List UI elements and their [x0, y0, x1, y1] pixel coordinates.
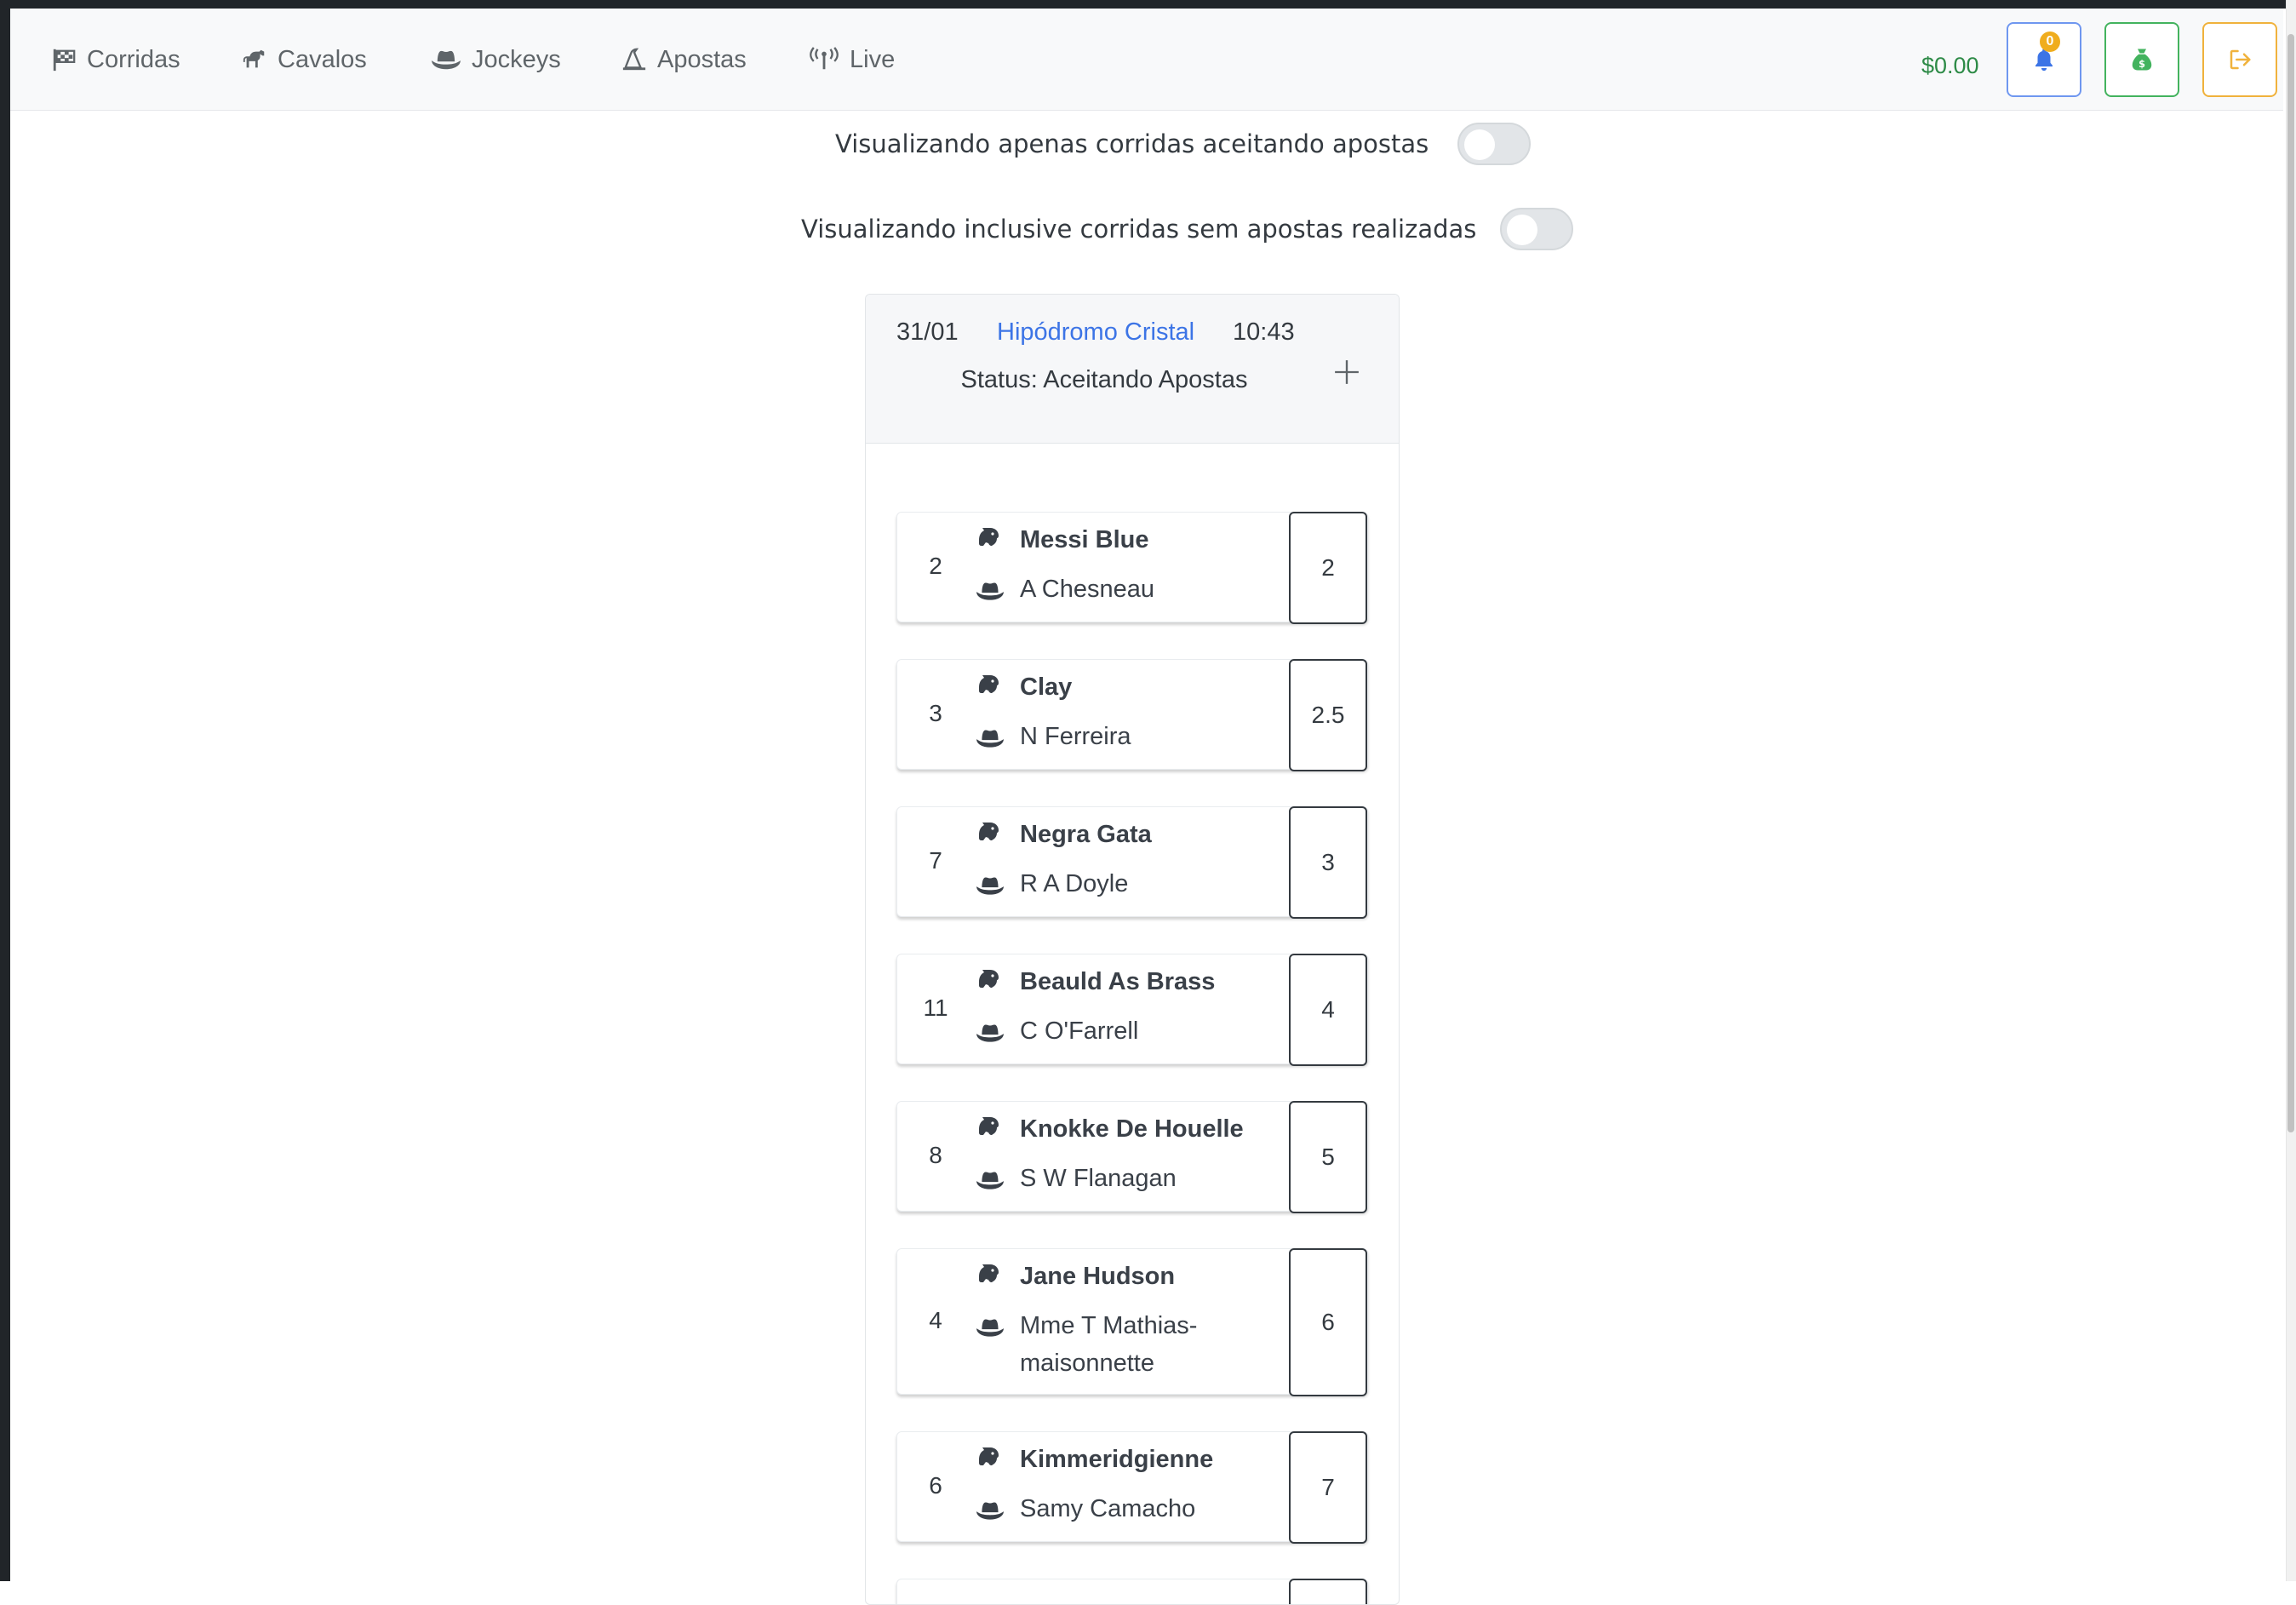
- filter-accepting-bets-label: Visualizando apenas corridas aceitando a…: [835, 129, 1429, 158]
- notifications-button[interactable]: 0: [2007, 22, 2081, 97]
- toggle-knob: [1464, 129, 1496, 160]
- nav-item-corridas[interactable]: Corridas: [51, 41, 180, 78]
- toggle-knob: [1507, 215, 1538, 245]
- expand-race-button[interactable]: [1325, 351, 1368, 393]
- horse-head-icon: [976, 1446, 1003, 1473]
- money-bag-icon: $: [2132, 49, 2152, 71]
- filter-without-bets: Visualizando inclusive corridas sem apos…: [801, 208, 1574, 250]
- jockey-name: Mme T Mathias-maisonnette: [1020, 1312, 1198, 1377]
- horse-head-icon: [976, 526, 1003, 553]
- race-card: 31/01 Hipódromo Cristal 10:43 Status: Ac…: [865, 294, 1400, 1605]
- jockey-hat-icon: [976, 1168, 1005, 1192]
- race-date: 31/01: [896, 318, 959, 346]
- nav-label: Live: [850, 45, 896, 73]
- plus-icon: [1335, 360, 1359, 384]
- odds-button[interactable]: 3: [1289, 806, 1367, 919]
- filter-accepting-bets: Visualizando apenas corridas aceitando a…: [835, 123, 1532, 165]
- race-track-link[interactable]: Hipódromo Cristal: [997, 318, 1194, 347]
- hat-cowboy-icon: [432, 50, 461, 70]
- nav-label: Jockeys: [472, 45, 561, 73]
- nav-label: Corridas: [87, 45, 180, 73]
- race-header: 31/01 Hipódromo Cristal 10:43 Status: Ac…: [866, 295, 1399, 444]
- broadcast-tower-icon: [810, 47, 839, 70]
- odds-button[interactable]: 2: [1289, 512, 1367, 624]
- runner-number: 4: [929, 1307, 942, 1333]
- checkered-flag-icon: [53, 49, 76, 72]
- odds-button[interactable]: 7: [1289, 1431, 1367, 1544]
- horse-name: Beauld As Brass: [1020, 968, 1216, 995]
- jockey-name: R A Doyle: [1020, 870, 1129, 897]
- jockey-name: N Ferreira: [1020, 723, 1131, 750]
- jockey-hat-icon: [976, 1021, 1005, 1045]
- horse-head-icon: [976, 968, 1003, 995]
- nav-item-cavalos[interactable]: Cavalos: [242, 41, 367, 78]
- jockey-name: A Chesneau: [1020, 576, 1155, 603]
- runner-row-partial: [896, 1579, 1368, 1604]
- horse-name: Messi Blue: [1020, 526, 1149, 553]
- horse-head-icon: [976, 821, 1003, 848]
- nav-item-live[interactable]: Live: [809, 41, 895, 78]
- odds-button[interactable]: [1289, 1579, 1367, 1604]
- runner-number: 7: [929, 847, 942, 874]
- race-time: 10:43: [1233, 318, 1295, 346]
- jockey-name: Samy Camacho: [1020, 1495, 1196, 1522]
- window-top-edge: [0, 0, 2296, 9]
- horse-icon: [243, 49, 265, 68]
- svg-text:$: $: [2139, 59, 2145, 70]
- horse-name: Knokke De Houelle: [1020, 1115, 1244, 1143]
- horse-name: Kimmeridgienne: [1020, 1446, 1214, 1473]
- jockey-hat-icon: [976, 579, 1005, 603]
- runner-row: 6 Kimmeridgienne Samy Camacho 7: [896, 1431, 1368, 1544]
- runner-row: 7 Negra Gata R A Doyle 3: [896, 806, 1368, 919]
- filter-without-bets-label: Visualizando inclusive corridas sem apos…: [801, 215, 1477, 244]
- wallet-button[interactable]: $: [2104, 22, 2179, 97]
- runner-row: 11 Beauld As Brass C O'Farrell 4: [896, 954, 1368, 1066]
- horse-head-icon: [976, 674, 1003, 701]
- horse-head-icon: [976, 1115, 1003, 1143]
- odds-button[interactable]: 2.5: [1289, 659, 1367, 771]
- nav-label: Cavalos: [278, 45, 367, 73]
- scrollbar[interactable]: [2286, 0, 2296, 1581]
- runner-row: 8 Knokke De Houelle S W Flanagan 5: [896, 1101, 1368, 1213]
- accepting-bets-toggle[interactable]: [1457, 123, 1532, 165]
- horse-name: Clay: [1020, 674, 1073, 701]
- window-left-edge: [0, 0, 10, 1581]
- horse-name: Jane Hudson: [1020, 1263, 1176, 1290]
- runner-number: 2: [929, 553, 942, 579]
- runner-row: 4 Jane Hudson Mme T Mathias-maisonnette 6: [896, 1248, 1368, 1396]
- odds-button[interactable]: 4: [1289, 954, 1367, 1066]
- top-navbar: Corridas Cavalos Jockeys Apostas Live $0…: [10, 9, 2283, 111]
- runner-row: 3 Clay N Ferreira 2.5: [896, 659, 1368, 771]
- runner-number: 8: [929, 1142, 942, 1168]
- jockey-hat-icon: [976, 1499, 1005, 1522]
- runner-number: 6: [929, 1472, 942, 1499]
- logout-icon: [2230, 49, 2251, 70]
- jockey-hat-icon: [976, 874, 1005, 897]
- notification-count-badge: 0: [2040, 32, 2060, 52]
- without-bets-toggle[interactable]: [1500, 208, 1574, 250]
- logout-button[interactable]: [2202, 22, 2277, 97]
- odds-button[interactable]: 5: [1289, 1101, 1367, 1213]
- horse-head-icon: [976, 1263, 1003, 1290]
- balance-amount: $0.00: [1921, 53, 1979, 78]
- race-status: Status: Aceitando Apostas: [960, 366, 1248, 393]
- jockey-hat-icon: [976, 726, 1005, 750]
- nav-item-apostas[interactable]: Apostas: [621, 41, 747, 78]
- scrollbar-thumb[interactable]: [2287, 34, 2294, 1132]
- jockey-name: S W Flanagan: [1020, 1165, 1177, 1192]
- runner-number: 11: [923, 995, 948, 1021]
- runner-row: 2 Messi Blue A Chesneau 2: [896, 512, 1368, 624]
- wizard-hat-icon: [622, 48, 646, 71]
- jockey-name: C O'Farrell: [1020, 1017, 1139, 1045]
- odds-button[interactable]: 6: [1289, 1248, 1367, 1396]
- horse-name: Negra Gata: [1020, 821, 1152, 848]
- runner-number: 3: [929, 700, 942, 726]
- jockey-hat-icon: [976, 1316, 1005, 1339]
- nav-label: Apostas: [657, 45, 747, 73]
- nav-item-jockeys[interactable]: Jockeys: [431, 41, 561, 78]
